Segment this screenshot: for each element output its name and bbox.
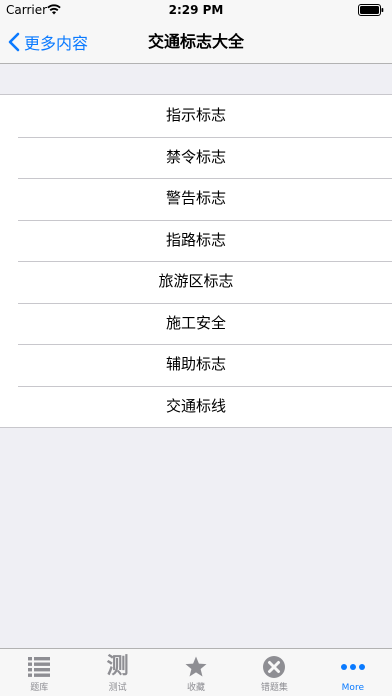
battery-icon — [358, 4, 384, 16]
list-item-indication[interactable]: 指示标志 — [0, 95, 392, 137]
tab-bar: 题库 测 测试 收藏 错题集 More — [0, 648, 392, 696]
tab-favorites[interactable]: 收藏 — [157, 649, 235, 696]
list-item-road-markings[interactable]: 交通标线 — [0, 385, 392, 428]
list-item-guide[interactable]: 指路标志 — [0, 219, 392, 262]
sign-category-list: 指示标志 禁令标志 警告标志 指路标志 旅游区标志 施工安全 辅助标志 交通标线 — [0, 94, 392, 428]
tab-label: 错题集 — [260, 683, 288, 693]
tab-question-bank[interactable]: 题库 — [0, 649, 78, 696]
star-icon — [185, 656, 207, 677]
tab-label: More — [341, 683, 364, 693]
close-circle-icon — [263, 656, 286, 678]
list-item-auxiliary[interactable]: 辅助标志 — [0, 344, 392, 386]
tab-label: 测试 — [108, 683, 127, 693]
navigation-bar: 更多内容 交通标志大全 — [0, 20, 392, 64]
tab-label: 收藏 — [187, 683, 206, 693]
more-icon — [340, 664, 365, 670]
tab-test[interactable]: 测 测试 — [78, 649, 156, 696]
status-time: 2:29 PM — [168, 3, 224, 17]
page-title: 交通标志大全 — [147, 32, 244, 51]
status-bar: Carrier 2:29 PM — [0, 0, 392, 20]
list-icon — [28, 657, 51, 677]
tab-label: 题库 — [30, 683, 49, 693]
tab-more[interactable]: More — [314, 649, 392, 696]
tab-wrong-answers[interactable]: 错题集 — [235, 649, 313, 696]
list-item-construction-safety[interactable]: 施工安全 — [0, 302, 392, 345]
test-icon: 测 — [106, 654, 129, 679]
list-item-warning[interactable]: 警告标志 — [0, 178, 392, 220]
list-item-tourist-area[interactable]: 旅游区标志 — [0, 261, 392, 303]
list-item-prohibition[interactable]: 禁令标志 — [0, 136, 392, 179]
